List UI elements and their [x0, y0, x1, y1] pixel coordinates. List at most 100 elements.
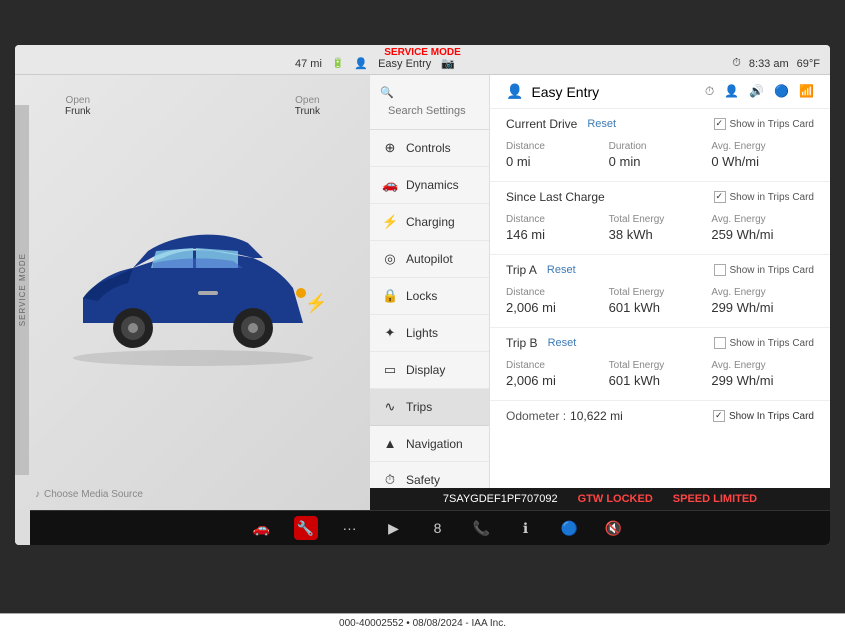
sidebar-item-lights[interactable]: ✦ Lights: [370, 315, 489, 352]
odometer-label: Odometer :: [506, 409, 566, 423]
status-bar: SERVICE MODE 47 mi 🔋 👤 Easy Entry 📷 ⏱ 8:…: [15, 45, 830, 75]
charging-label: Charging: [406, 215, 455, 229]
trips-label: Trips: [406, 400, 432, 414]
sidebar-item-locks[interactable]: 🔒 Locks: [370, 278, 489, 315]
search-input[interactable]: [380, 101, 479, 121]
taskbar-more-icon[interactable]: ···: [338, 516, 362, 540]
trip-b-avg-energy: Avg. Energy 299 Wh/mi: [711, 356, 814, 392]
signal-icon-header: 📶: [799, 84, 814, 99]
trip-a-checkbox[interactable]: [714, 264, 726, 276]
trips-icon: ∿: [382, 399, 398, 415]
car-image-area: ⚡: [43, 203, 343, 383]
taskbar-bluetooth-icon[interactable]: 🔵: [558, 516, 582, 540]
search-icon: 🔍: [380, 87, 394, 99]
current-drive-avg-label: Avg. Energy: [711, 141, 814, 152]
slc-avg-energy: Avg. Energy 259 Wh/mi: [711, 210, 814, 246]
current-drive-reset[interactable]: Reset: [587, 118, 616, 130]
laptop-frame: SERVICE MODE 47 mi 🔋 👤 Easy Entry 📷 ⏱ 8:…: [0, 0, 845, 633]
trip-b-stats: Distance 2,006 mi Total Energy 601 kWh A…: [506, 356, 814, 392]
search-bar: 🔍: [370, 75, 489, 130]
current-drive-distance-value: 0 mi: [506, 154, 609, 169]
content-header: 👤 Easy Entry ⏱ 👤 🔊 🔵 📶: [490, 75, 830, 109]
current-drive-show-trips[interactable]: Show in Trips Card: [714, 118, 814, 130]
sidebar-item-navigation[interactable]: ▲ Navigation: [370, 426, 489, 462]
clock-icon: ⏱: [732, 57, 741, 70]
bottom-info-text: 000-40002552 • 08/08/2024 - IAA Inc.: [339, 618, 506, 629]
current-drive-avg-value: 0 Wh/mi: [711, 154, 814, 169]
sidebar-item-trips[interactable]: ∿ Trips: [370, 389, 489, 426]
dynamics-icon: 🚗: [382, 177, 398, 193]
taskbar-number-icon[interactable]: 8: [426, 516, 450, 540]
odometer-value: 10,622 mi: [570, 409, 623, 423]
bluetooth-icon-header: 🔵: [774, 84, 789, 99]
trip-b-title-row: Trip B Reset: [506, 336, 576, 350]
status-items: 47 mi 🔋 👤 Easy Entry 📷: [285, 57, 810, 70]
trip-a-show-trips[interactable]: Show in Trips Card: [714, 264, 814, 276]
since-last-charge-show-trips[interactable]: Show in Trips Card: [714, 191, 814, 203]
nav-panel: 🔍 ⊕ Controls 🚗 Dynamics ⚡ Charging ◎ Aut…: [370, 75, 490, 510]
sidebar-item-autopilot[interactable]: ◎ Autopilot: [370, 241, 489, 278]
sidebar-item-dynamics[interactable]: 🚗 Dynamics: [370, 167, 489, 204]
taskbar: 🚗 🔧 ··· ▶ 8 📞 ℹ 🔵 🔇: [30, 510, 830, 545]
taskbar-phone-icon[interactable]: 📞: [470, 516, 494, 540]
service-mode-sidebar-text: SERVICE MODE: [18, 253, 27, 326]
charge-icon: ⚡: [305, 293, 327, 314]
odometer-show-trips[interactable]: Show In Trips Card: [713, 410, 814, 422]
current-drive-distance-label: Distance: [506, 141, 609, 152]
taskbar-mute-icon[interactable]: 🔇: [602, 516, 626, 540]
current-drive-section: Current Drive Reset Show in Trips Card D…: [490, 109, 830, 182]
lights-label: Lights: [406, 326, 438, 340]
trunk-label[interactable]: Open Trunk: [295, 95, 320, 117]
trip-b-total-energy: Total Energy 601 kWh: [609, 356, 712, 392]
tesla-screen: SERVICE MODE 47 mi 🔋 👤 Easy Entry 📷 ⏱ 8:…: [15, 45, 830, 545]
trip-a-distance: Distance 2,006 mi: [506, 283, 609, 319]
content-panel: 👤 Easy Entry ⏱ 👤 🔊 🔵 📶 Current Drive Res…: [490, 75, 830, 510]
controls-label: Controls: [406, 141, 451, 155]
trip-b-checkbox[interactable]: [714, 337, 726, 349]
current-drive-distance: Distance 0 mi: [506, 137, 609, 173]
music-icon: ♪: [35, 489, 40, 500]
trip-b-reset[interactable]: Reset: [548, 337, 577, 349]
frunk-label[interactable]: Open Frunk: [65, 95, 91, 117]
odometer-checkbox[interactable]: [713, 410, 725, 422]
clock-icon-header: ⏱: [705, 84, 714, 99]
easy-entry-label: Easy Entry: [378, 58, 431, 70]
current-drive-avg-energy: Avg. Energy 0 Wh/mi: [711, 137, 814, 173]
since-last-charge-stats: Distance 146 mi Total Energy 38 kWh Avg.…: [506, 210, 814, 246]
taskbar-car-icon[interactable]: 🚗: [250, 516, 274, 540]
bottom-info-bar: 000-40002552 • 08/08/2024 - IAA Inc.: [0, 613, 845, 633]
trip-b-distance: Distance 2,006 mi: [506, 356, 609, 392]
odometer-show-label: Show In Trips Card: [729, 411, 814, 422]
dynamics-label: Dynamics: [406, 178, 459, 192]
profile-icon-header: 👤: [506, 83, 523, 100]
taskbar-play-icon[interactable]: ▶: [382, 516, 406, 540]
sidebar-item-display[interactable]: ▭ Display: [370, 352, 489, 389]
camera-icon: 📷: [441, 57, 455, 70]
car-labels: Open Frunk Open Trunk: [15, 95, 370, 117]
bottom-status-bar: 7SAYGDEF1PF707092 GTW LOCKED SPEED LIMIT…: [370, 488, 830, 510]
autopilot-label: Autopilot: [406, 252, 453, 266]
trip-a-title: Trip A: [506, 263, 537, 277]
slc-distance: Distance 146 mi: [506, 210, 609, 246]
sidebar-item-charging[interactable]: ⚡ Charging: [370, 204, 489, 241]
odometer-row: Odometer : 10,622 mi Show In Trips Card: [490, 401, 830, 431]
trip-a-reset[interactable]: Reset: [547, 264, 576, 276]
since-last-charge-checkbox[interactable]: [714, 191, 726, 203]
left-panel: SERVICE MODE Open Frunk Open Trunk: [15, 75, 370, 510]
mileage-display: 47 mi: [295, 58, 322, 70]
media-source-label: Choose Media Source: [44, 489, 143, 500]
current-drive-duration: Duration 0 min: [609, 137, 712, 173]
media-source[interactable]: ♪ Choose Media Source: [35, 489, 143, 500]
trip-b-show-trips[interactable]: Show in Trips Card: [714, 337, 814, 349]
current-drive-title-row: Current Drive Reset: [506, 117, 616, 131]
trip-a-section: Trip A Reset Show in Trips Card Distance…: [490, 255, 830, 328]
taskbar-tools-icon[interactable]: 🔧: [294, 516, 318, 540]
time-display: 8:33 am: [749, 58, 789, 70]
sidebar-item-controls[interactable]: ⊕ Controls: [370, 130, 489, 167]
controls-icon: ⊕: [382, 140, 398, 156]
taskbar-info-icon[interactable]: ℹ: [514, 516, 538, 540]
trip-a-show-label: Show in Trips Card: [730, 265, 814, 276]
current-drive-checkbox[interactable]: [714, 118, 726, 130]
current-drive-header: Current Drive Reset Show in Trips Card: [506, 117, 814, 131]
slc-total-energy: Total Energy 38 kWh: [609, 210, 712, 246]
